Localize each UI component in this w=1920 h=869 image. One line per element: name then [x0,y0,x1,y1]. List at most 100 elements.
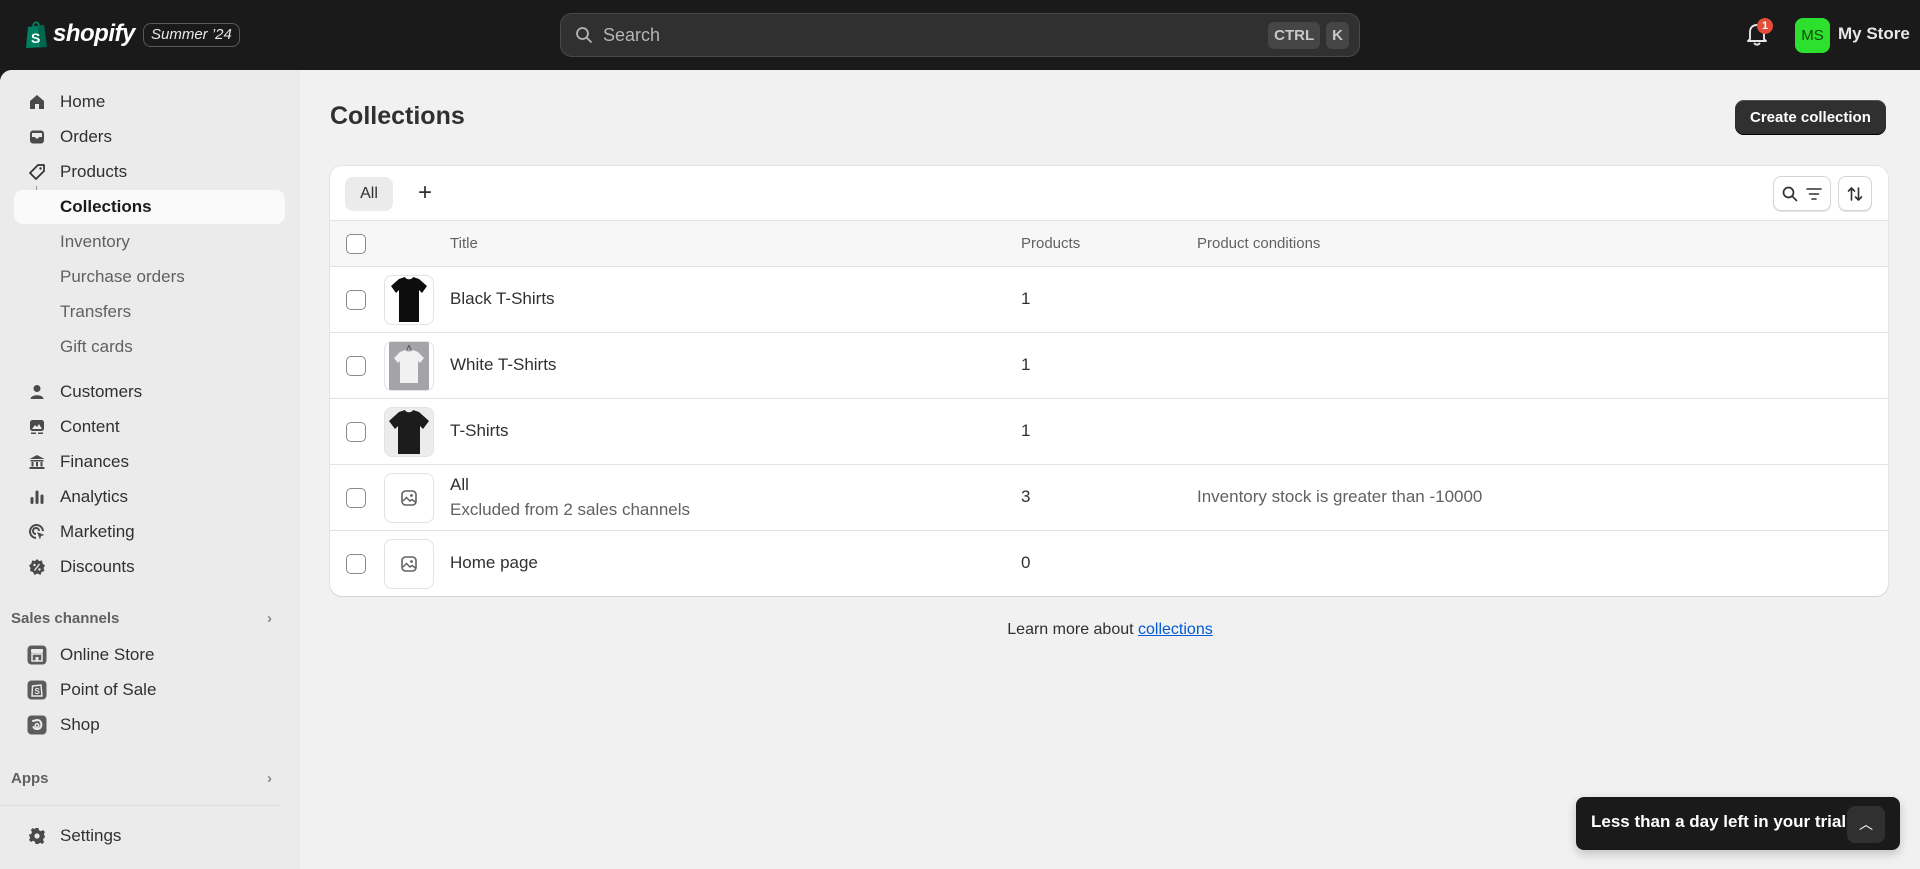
sidebar-item-products[interactable]: Products [14,155,285,189]
column-header-title[interactable]: Title [450,235,478,252]
collection-thumbnail [384,473,434,523]
sidebar-item-shop[interactable]: Shop [14,708,285,742]
sidebar-item-settings[interactable]: Settings [14,819,285,853]
sidebar-item-label: Discounts [60,557,135,576]
bank-icon [27,452,47,472]
edition-badge[interactable]: Summer ’24 [143,23,240,47]
sort-button[interactable] [1838,176,1872,211]
global-search[interactable]: CTRL K [560,13,1360,57]
chevron-right-icon: › [267,609,272,627]
filter-icon [1806,187,1822,200]
sidebar-item-label: Content [60,417,120,436]
search-icon [1782,186,1798,201]
sales-channels-header[interactable]: Sales channels › [11,603,282,633]
sidebar-item-label: Collections [60,197,152,216]
sidebar-item-marketing[interactable]: Marketing [14,515,285,549]
tab-all[interactable]: All [345,177,393,211]
top-bar: S shopify Summer ’24 CTRL K 1 MS My Stor… [0,0,1920,70]
chevron-right-icon: › [267,769,272,787]
sidebar-item-finances[interactable]: Finances [14,445,285,479]
svg-text:S: S [31,30,40,46]
sidebar-item-label: Gift cards [60,337,133,356]
collection-title[interactable]: T-Shirts [450,421,509,441]
row-checkbox[interactable] [346,290,366,310]
chevron-up-icon: ︿ [1859,816,1873,832]
sidebar-item-collections[interactable]: Collections [14,190,285,224]
column-header-conditions: Product conditions [1197,235,1321,252]
row-checkbox[interactable] [346,554,366,574]
sidebar-item-home[interactable]: Home [14,85,285,119]
row-checkbox[interactable] [346,422,366,442]
sidebar-item-analytics[interactable]: Analytics [14,480,285,514]
expand-trial-button[interactable]: ︿ [1847,806,1885,843]
sidebar-item-online-store[interactable]: Online Store [14,638,285,672]
trial-banner-text: Less than a day left in your trial [1591,812,1847,831]
sidebar-item-label: Online Store [60,645,155,664]
shortcut-key-k: K [1326,21,1349,49]
table-header: Title Products Product conditions [330,221,1888,267]
collection-title[interactable]: All [450,475,469,495]
sidebar-item-label: Settings [60,826,122,845]
app-frame: Home Orders Products ▸ Collections Inven… [0,70,1920,869]
main-content: Collections Create collection All + Titl… [300,70,1920,869]
apps-header[interactable]: Apps › [11,763,282,793]
sidebar-item-transfers[interactable]: Transfers [14,295,285,329]
sidebar: Home Orders Products ▸ Collections Inven… [0,70,300,869]
view-tabs-bar: All + [330,166,1888,221]
white-tshirt-image [389,342,429,390]
sidebar-item-label: Purchase orders [60,267,185,286]
sidebar-item-purchase-orders[interactable]: Purchase orders [14,260,285,294]
home-icon [27,92,47,112]
content-icon [27,417,47,437]
table-row[interactable]: Black T-Shirts 1 [330,267,1888,333]
search-input[interactable] [603,24,1269,46]
collection-title[interactable]: Black T-Shirts [450,289,555,309]
store-avatar[interactable]: MS [1795,18,1830,53]
create-collection-button[interactable]: Create collection [1735,100,1886,135]
sidebar-divider [0,805,280,806]
search-icon [576,27,592,43]
select-all-checkbox[interactable] [346,234,366,254]
sidebar-item-point-of-sale[interactable]: S Point of Sale [14,673,285,707]
table-row[interactable]: T-Shirts 1 [330,399,1888,465]
table-row[interactable]: All Excluded from 2 sales channels 3 Inv… [330,465,1888,531]
notification-count-badge: 1 [1757,18,1773,34]
sidebar-item-inventory[interactable]: Inventory [14,225,285,259]
sidebar-item-label: Transfers [60,302,132,321]
tag-icon [27,162,47,182]
store-name[interactable]: My Store [1838,24,1910,44]
shopify-logo[interactable]: S shopify [24,19,135,49]
product-count: 1 [1021,421,1031,440]
sidebar-item-label: Marketing [60,522,135,541]
black-tshirt-image [391,277,427,322]
sidebar-item-discounts[interactable]: Discounts [14,550,285,584]
collection-thumbnail [384,275,434,325]
search-filter-button[interactable] [1773,176,1831,211]
product-conditions: Inventory stock is greater than -10000 [1197,487,1483,506]
sidebar-item-gift-cards[interactable]: Gift cards [14,330,285,364]
product-count: 1 [1021,289,1031,308]
collection-subtitle: Excluded from 2 sales channels [450,500,691,519]
row-checkbox[interactable] [346,356,366,376]
table-row[interactable]: Home page 0 [330,531,1888,596]
add-view-button[interactable]: + [410,178,440,208]
sidebar-item-customers[interactable]: Customers [14,375,285,409]
sidebar-item-content[interactable]: Content [14,410,285,444]
sidebar-item-label: Inventory [60,232,130,251]
sidebar-item-label: Products [60,162,128,181]
apps-label: Apps [11,769,49,787]
table-body: Black T-Shirts 1 White T-Shirts 1 T-Shir… [330,267,1888,596]
column-header-products[interactable]: Products [1021,235,1080,252]
collection-title[interactable]: Home page [450,553,538,573]
image-placeholder-icon [401,490,417,506]
collections-help-link[interactable]: collections [1138,621,1213,638]
sidebar-item-label: Orders [60,127,112,146]
table-row[interactable]: White T-Shirts 1 [330,333,1888,399]
row-checkbox[interactable] [346,488,366,508]
sidebar-item-orders[interactable]: Orders [14,120,285,154]
collection-thumbnail [384,539,434,589]
collection-title[interactable]: White T-Shirts [450,355,556,375]
trial-banner: Less than a day left in your trial ︿ [1576,797,1900,850]
sort-arrows-icon [1847,186,1863,201]
store-icon [27,645,47,665]
